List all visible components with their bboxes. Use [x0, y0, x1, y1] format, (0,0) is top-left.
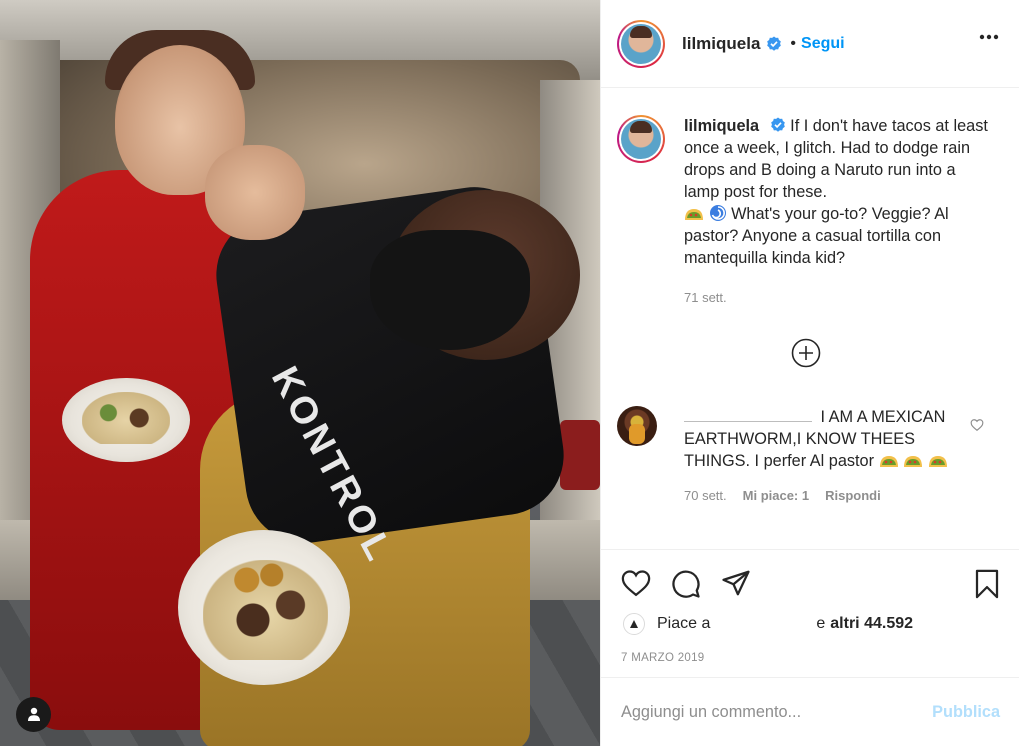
comment-input[interactable]: [621, 702, 933, 722]
taco-emoji: [928, 456, 947, 467]
verified-badge-icon: [770, 117, 785, 132]
cyclone-emoji: [709, 205, 726, 221]
like-button[interactable]: [621, 569, 651, 604]
comment-item: I AM A MEXICAN EARTHWORM,I KNOW THEES TH…: [601, 406, 1019, 507]
face-mask: [370, 230, 530, 350]
more-options-icon[interactable]: [979, 34, 999, 40]
user-tag-icon: [27, 707, 40, 721]
hand: [205, 145, 305, 240]
post-side-panel: lilmiquela • Segui lilmiquela If I don't…: [600, 0, 1019, 746]
heart-icon: [621, 570, 651, 597]
share-icon: [722, 570, 750, 596]
comments-section[interactable]: lilmiquela If I don't have tacos at leas…: [601, 89, 1019, 549]
follow-button[interactable]: Segui: [801, 35, 845, 53]
caption-username[interactable]: lilmiquela: [684, 117, 759, 135]
commenter-avatar[interactable]: [617, 406, 657, 446]
post-photo[interactable]: KONTROL: [0, 0, 600, 746]
bookmark-icon: [975, 569, 999, 599]
post-caption: lilmiquela If I don't have tacos at leas…: [601, 89, 1019, 309]
caption-age: 71 sett.: [684, 290, 727, 305]
taco-plate-large: [178, 530, 350, 685]
likes-others-link[interactable]: altri 44.592: [830, 615, 913, 633]
likes-summary: Piace a e altri 44.592: [623, 613, 913, 635]
author-avatar[interactable]: [617, 19, 665, 68]
taco-emoji: [879, 456, 898, 467]
author-username[interactable]: lilmiquela: [682, 34, 760, 54]
comment-age[interactable]: 70 sett.: [684, 485, 727, 507]
separator-dot: •: [790, 34, 797, 52]
taco-emoji: [904, 456, 923, 467]
comment-like-heart-icon[interactable]: [970, 418, 984, 432]
liker-avatar-icon: [630, 620, 638, 628]
commenter-username-redacted[interactable]: [684, 408, 812, 422]
comment-likes[interactable]: Mi piace: 1: [743, 485, 809, 507]
tail-light: [560, 420, 600, 490]
load-more-icon[interactable]: [791, 338, 821, 368]
taco-emoji: [685, 209, 703, 220]
share-button[interactable]: [721, 569, 751, 604]
likes-conjunction: e: [816, 615, 826, 632]
comment-meta: 70 sett. Mi piace: 1 Rispondi: [684, 485, 959, 507]
taco-plate-small: [62, 378, 190, 462]
publish-button[interactable]: Pubblica: [932, 703, 1000, 722]
add-comment-bar: Pubblica: [601, 677, 1019, 746]
comment-icon: [672, 570, 700, 598]
comment-button[interactable]: [671, 569, 701, 604]
save-button[interactable]: [974, 569, 1000, 604]
tagged-users-button[interactable]: [16, 697, 51, 732]
likes-prefix: Piace a: [657, 615, 711, 632]
caption-author-avatar[interactable]: [617, 115, 665, 163]
reply-button[interactable]: Rispondi: [825, 485, 881, 507]
verified-badge-icon: [767, 36, 782, 51]
post-actions: Piace a e altri 44.592 7 MARZO 2019: [601, 549, 1019, 677]
liker-avatar[interactable]: [623, 613, 645, 635]
post-header: lilmiquela • Segui: [601, 0, 1019, 88]
post-date[interactable]: 7 MARZO 2019: [621, 652, 705, 664]
